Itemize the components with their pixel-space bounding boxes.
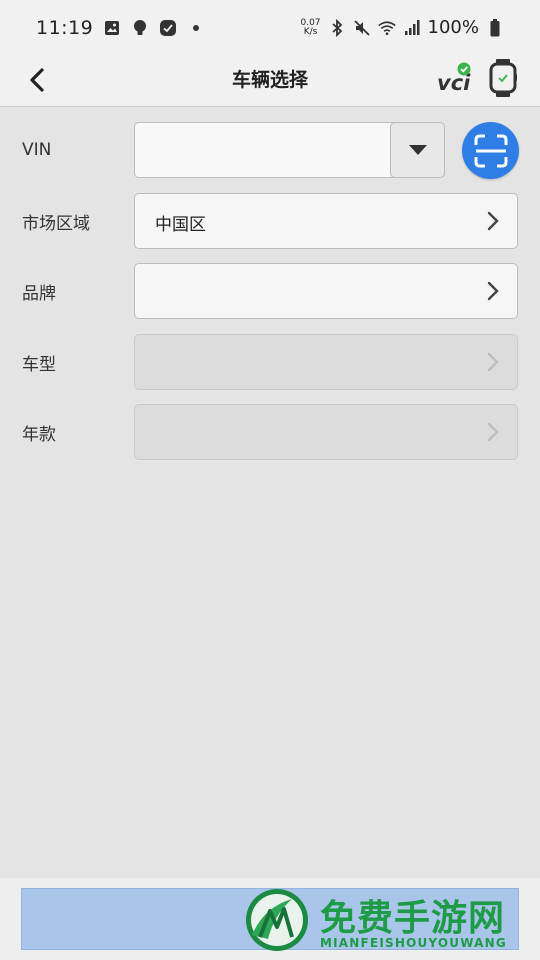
status-time: 11:19 [36, 16, 94, 39]
scan-icon [474, 134, 507, 167]
chevron-right-icon [487, 422, 499, 442]
model-selector[interactable] [134, 334, 518, 390]
battery-icon [486, 18, 504, 37]
vin-input-box [134, 122, 445, 178]
watermark-subtitle: MIANFEISHOUYOUWANG [320, 936, 507, 950]
brand-row: 品牌 [0, 263, 540, 319]
vin-input[interactable] [135, 123, 390, 177]
bluetooth-icon [328, 18, 346, 37]
watermark-title: 免费手游网 [320, 897, 506, 939]
status-bar: 11:19 0.07 K/s 100% [0, 0, 540, 55]
vci-connected-icon [457, 62, 471, 76]
bulb-icon [131, 19, 149, 37]
model-label: 车型 [22, 355, 56, 375]
scan-vin-button[interactable] [462, 122, 519, 179]
chevron-right-icon [487, 211, 499, 231]
mute-icon [353, 19, 371, 37]
vci-status-button[interactable]: vci [437, 61, 473, 95]
vin-history-dropdown-button[interactable] [390, 122, 445, 178]
dot-icon [187, 19, 205, 37]
brand-selector[interactable] [134, 263, 518, 319]
caret-down-icon [408, 145, 427, 155]
app-header: 车辆选择 vci [0, 55, 540, 107]
watermark: 免费手游网 MIANFEISHOUYOUWANG [244, 885, 534, 955]
vin-row: VIN [0, 122, 540, 179]
status-left: 11:19 [36, 17, 205, 39]
signal-icon [403, 19, 421, 37]
wifi-icon [377, 19, 396, 37]
market-label: 市场区域 [22, 214, 90, 234]
year-row: 年款 [0, 404, 540, 460]
year-selector[interactable] [134, 404, 518, 460]
net-speed-unit: K/s [303, 26, 318, 37]
gallery-icon [103, 19, 121, 37]
market-row: 市场区域 中国区 [0, 193, 540, 249]
app-icon [159, 19, 177, 37]
brand-label: 品牌 [22, 284, 56, 304]
model-row: 车型 [0, 334, 540, 390]
vin-label: VIN [22, 140, 52, 160]
net-speed: 0.07 K/s [300, 18, 320, 37]
chevron-right-icon [487, 281, 499, 301]
market-selector[interactable]: 中国区 [134, 193, 518, 249]
watch-icon[interactable] [489, 59, 517, 97]
chevron-right-icon [487, 352, 499, 372]
year-label: 年款 [22, 425, 56, 445]
watermark-logo-icon [246, 889, 308, 951]
market-value: 中国区 [155, 215, 206, 235]
battery-percent: 100% [427, 17, 479, 38]
status-right: 0.07 K/s 100% [300, 17, 504, 38]
